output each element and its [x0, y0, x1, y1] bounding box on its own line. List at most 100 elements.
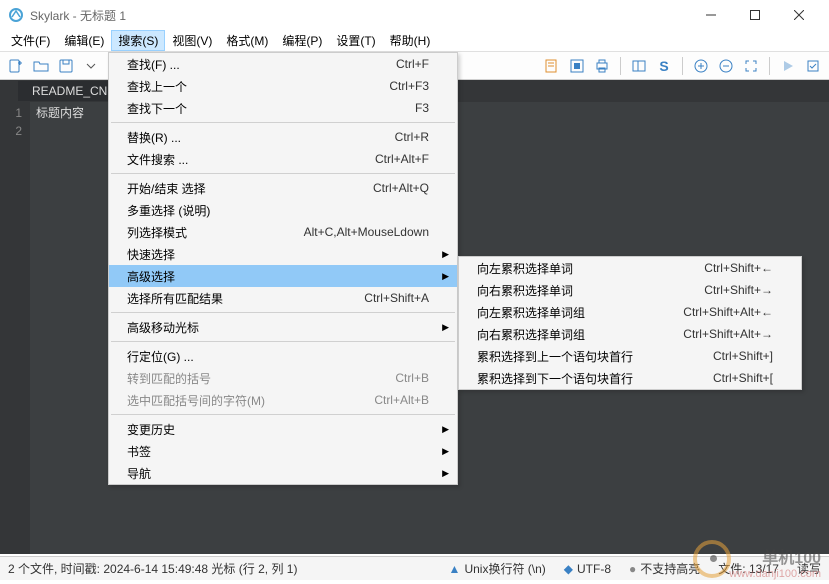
menu-item[interactable]: 列选择模式Alt+C,Alt+MouseLdown: [109, 221, 457, 243]
menu-item[interactable]: 帮助(H): [383, 30, 438, 51]
menu-item-label: 向左累积选择单词组: [477, 304, 683, 321]
menu-separator: [111, 173, 455, 174]
minimize-button[interactable]: [689, 0, 733, 30]
zoom-out-icon[interactable]: [716, 56, 736, 76]
menu-item[interactable]: 开始/结束 选择Ctrl+Alt+Q: [109, 177, 457, 199]
bold-icon[interactable]: S: [654, 56, 674, 76]
menu-separator: [111, 414, 455, 415]
close-button[interactable]: [777, 0, 821, 30]
menu-item-label: 高级选择: [127, 268, 429, 285]
menu-item-label: 开始/结束 选择: [127, 180, 373, 197]
zoom-in-icon[interactable]: [691, 56, 711, 76]
menu-item[interactable]: 高级选择▶: [109, 265, 457, 287]
menu-shortcut: Ctrl+F: [396, 57, 429, 71]
menu-bar: 文件(F)编辑(E)搜索(S)视图(V)格式(M)编程(P)设置(T)帮助(H): [0, 30, 829, 52]
menu-item[interactable]: 变更历史▶: [109, 418, 457, 440]
menu-item[interactable]: 编程(P): [275, 30, 329, 51]
menu-item-label: 累积选择到上一个语句块首行: [477, 348, 713, 365]
submenu-arrow-icon: ▶: [442, 249, 449, 260]
menu-item[interactable]: 编辑(E): [57, 30, 111, 51]
eol-icon: ▲: [449, 562, 461, 576]
menu-shortcut: Ctrl+Shift+←: [704, 261, 773, 275]
new-file-icon[interactable]: [6, 56, 26, 76]
open-file-icon[interactable]: [31, 56, 51, 76]
menu-item[interactable]: 累积选择到上一个语句块首行Ctrl+Shift+]: [459, 345, 801, 367]
status-highlight[interactable]: 不支持高亮: [640, 560, 700, 577]
menu-item[interactable]: 向左累积选择单词组Ctrl+Shift+Alt+←: [459, 301, 801, 323]
menu-item[interactable]: 查找上一个Ctrl+F3: [109, 75, 457, 97]
menu-shortcut: Ctrl+B: [395, 371, 429, 385]
menu-separator: [111, 312, 455, 313]
menu-shortcut: Ctrl+R: [395, 130, 429, 144]
menu-shortcut: Ctrl+Alt+B: [374, 393, 429, 407]
menu-item[interactable]: 查找(F) ...Ctrl+F: [109, 53, 457, 75]
menu-item-label: 选择所有匹配结果: [127, 290, 364, 307]
menu-shortcut: F3: [415, 101, 429, 115]
menu-item-label: 高级移动光标: [127, 319, 429, 336]
search-menu-dropdown: 查找(F) ...Ctrl+F查找上一个Ctrl+F3查找下一个F3替换(R) …: [108, 52, 458, 485]
toolbar-separator: [682, 57, 683, 75]
menu-item[interactable]: 搜索(S): [111, 30, 165, 51]
menu-item-label: 导航: [127, 465, 429, 482]
menu-item[interactable]: 高级移动光标▶: [109, 316, 457, 338]
menu-item[interactable]: 向左累积选择单词Ctrl+Shift+←: [459, 257, 801, 279]
menu-item[interactable]: 文件(F): [4, 30, 57, 51]
advanced-select-submenu: 向左累积选择单词Ctrl+Shift+←向右累积选择单词Ctrl+Shift+→…: [458, 256, 802, 390]
menu-item[interactable]: 文件搜索 ...Ctrl+Alt+F: [109, 148, 457, 170]
menu-shortcut: Ctrl+F3: [389, 79, 429, 93]
status-eol[interactable]: Unix换行符 (\n): [464, 560, 545, 577]
save-dropdown-icon[interactable]: [81, 56, 101, 76]
menu-item-label: 转到匹配的括号: [127, 370, 395, 387]
menu-item[interactable]: 查找下一个F3: [109, 97, 457, 119]
menu-item-label: 变更历史: [127, 421, 429, 438]
save-icon[interactable]: [56, 56, 76, 76]
menu-shortcut: Ctrl+Alt+F: [375, 152, 429, 166]
menu-item[interactable]: 行定位(G) ...: [109, 345, 457, 367]
enc-icon: ◆: [564, 562, 573, 576]
menu-item: 转到匹配的括号Ctrl+B: [109, 367, 457, 389]
menu-item[interactable]: 向右累积选择单词Ctrl+Shift+→: [459, 279, 801, 301]
menu-item: 选中匹配括号间的字符(M)Ctrl+Alt+B: [109, 389, 457, 411]
gutter: 12: [0, 102, 30, 554]
menu-item[interactable]: 导航 ▶: [109, 462, 457, 484]
menu-shortcut: Ctrl+Shift+A: [364, 291, 429, 305]
status-left: 2 个文件, 时间戳: 2024-6-14 15:49:48 光标 (行 2, …: [8, 560, 297, 577]
window-title: Skylark - 无标题 1: [30, 7, 126, 24]
app-icon: [8, 7, 24, 23]
menu-item-label: 查找(F) ...: [127, 56, 396, 73]
menu-item-label: 向右累积选择单词: [477, 282, 704, 299]
panel-icon[interactable]: [629, 56, 649, 76]
menu-item[interactable]: 快速选择 ▶: [109, 243, 457, 265]
menu-item-label: 向左累积选择单词: [477, 260, 704, 277]
menu-item-label: 行定位(G) ...: [127, 348, 429, 365]
menu-item[interactable]: 选择所有匹配结果Ctrl+Shift+A: [109, 287, 457, 309]
menu-item[interactable]: 设置(T): [329, 30, 382, 51]
maximize-button[interactable]: [733, 0, 777, 30]
menu-item[interactable]: 替换(R) ...Ctrl+R: [109, 126, 457, 148]
status-bar: 2 个文件, 时间戳: 2024-6-14 15:49:48 光标 (行 2, …: [0, 556, 829, 580]
page-icon[interactable]: [542, 56, 562, 76]
play-icon[interactable]: [778, 56, 798, 76]
stop-icon[interactable]: [567, 56, 587, 76]
menu-item[interactable]: 书签▶: [109, 440, 457, 462]
menu-item[interactable]: 多重选择 (说明): [109, 199, 457, 221]
status-position: 文件: 13/17: [718, 560, 779, 577]
menu-item-label: 查找下一个: [127, 100, 415, 117]
menu-item[interactable]: 累积选择到下一个语句块首行Ctrl+Shift+[: [459, 367, 801, 389]
menu-item[interactable]: 向右累积选择单词组Ctrl+Shift+Alt+→: [459, 323, 801, 345]
toolbar-separator: [620, 57, 621, 75]
menu-item[interactable]: 视图(V): [165, 30, 219, 51]
menu-shortcut: Ctrl+Shift+Alt+→: [683, 327, 773, 341]
submenu-arrow-icon: ▶: [442, 468, 449, 479]
menu-shortcut: Ctrl+Shift+→: [704, 283, 773, 297]
menu-item[interactable]: 格式(M): [219, 30, 275, 51]
print-icon[interactable]: [592, 56, 612, 76]
menu-item-label: 累积选择到下一个语句块首行: [477, 370, 713, 387]
fullscreen-icon[interactable]: [741, 56, 761, 76]
menu-item-label: 列选择模式: [127, 224, 304, 241]
menu-item-label: 快速选择: [127, 246, 429, 263]
menu-item-label: 多重选择 (说明): [127, 202, 429, 219]
status-encoding[interactable]: UTF-8: [577, 562, 611, 576]
box-icon[interactable]: [803, 56, 823, 76]
menu-separator: [111, 341, 455, 342]
